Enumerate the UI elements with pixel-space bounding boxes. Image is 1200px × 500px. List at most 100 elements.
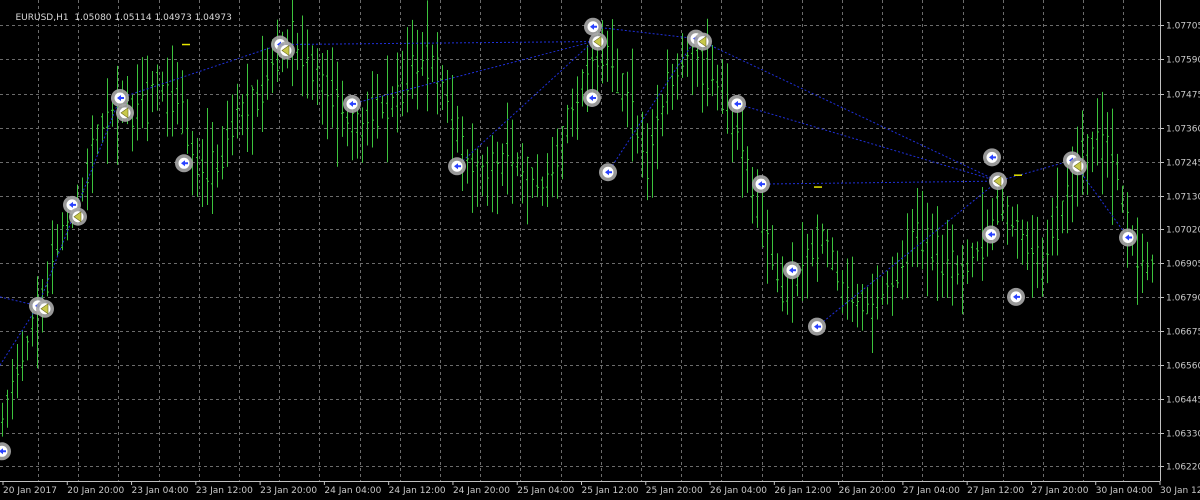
time-label: 23 Jan 12:00 <box>196 486 253 496</box>
candle <box>556 128 559 199</box>
candle <box>371 71 374 148</box>
candle <box>566 104 569 144</box>
candle <box>416 29 419 110</box>
candle <box>921 190 924 270</box>
candle <box>356 103 359 159</box>
candle <box>821 223 824 254</box>
candle <box>506 102 509 195</box>
price-label: 1.06560 <box>1166 362 1200 372</box>
candle <box>246 63 249 152</box>
candle <box>206 108 209 205</box>
symbol-label: EURUSD,H1 <box>15 13 69 23</box>
arrow-marker <box>694 32 712 51</box>
time-label: 26 Jan 20:00 <box>839 486 896 496</box>
candle <box>616 48 619 94</box>
arrow-marker <box>69 207 87 226</box>
candle <box>171 45 174 137</box>
price-label: 1.06790 <box>1166 294 1200 304</box>
arrow-marker <box>277 41 295 60</box>
low-value: 1.04973 <box>154 13 192 23</box>
candle <box>866 287 869 315</box>
candle <box>701 39 704 113</box>
signal-marker <box>343 94 361 113</box>
candle <box>966 239 969 284</box>
price-label: 1.07705 <box>1166 22 1200 32</box>
candle <box>576 76 579 140</box>
candle <box>881 277 884 305</box>
candle <box>791 242 794 323</box>
candle <box>931 213 934 271</box>
candle <box>546 153 549 207</box>
candle <box>466 149 469 184</box>
candle <box>661 94 664 137</box>
candle <box>1136 217 1139 305</box>
candle <box>806 233 809 299</box>
arrow-marker <box>989 172 1007 191</box>
candle <box>221 126 224 180</box>
candle <box>436 32 439 115</box>
signal-marker <box>808 317 826 336</box>
chart-window[interactable]: EURUSD,H1 1.05080 1.05114 1.04973 1.0497… <box>0 0 1200 500</box>
candle <box>711 44 714 97</box>
time-label: 25 Jan 04:00 <box>517 486 574 496</box>
candle <box>251 85 254 155</box>
candle <box>91 115 94 194</box>
candle <box>1056 167 1059 256</box>
candle <box>766 209 769 284</box>
signal-marker <box>175 154 193 173</box>
open-value: 1.05080 <box>74 13 112 23</box>
time-label: 27 Jan 04:00 <box>903 486 960 496</box>
signal-marker <box>599 163 617 182</box>
candle <box>1016 204 1019 259</box>
trend-line <box>816 180 999 327</box>
candle <box>141 57 144 129</box>
candle <box>1101 91 1104 195</box>
candle <box>1091 131 1094 173</box>
signal-marker <box>728 94 746 113</box>
signal-marker <box>752 175 770 194</box>
markers <box>0 17 1137 461</box>
candle <box>971 242 974 278</box>
candle <box>831 237 834 271</box>
candle <box>816 214 819 282</box>
candle <box>941 234 944 298</box>
candle <box>536 154 539 198</box>
candle <box>621 73 624 112</box>
candle <box>801 222 804 302</box>
axes: 1.07705 1.07590 1.07475 1.07360 1.07245 1.071… <box>0 0 1200 496</box>
candle <box>1116 153 1119 191</box>
candle <box>1026 221 1029 270</box>
candle <box>336 61 339 167</box>
price-label: 1.06445 <box>1166 396 1200 406</box>
candle <box>456 105 459 153</box>
candle <box>651 109 654 198</box>
candle <box>186 99 189 154</box>
candle <box>441 65 444 110</box>
arrow-marker <box>36 299 54 318</box>
candle <box>906 213 909 299</box>
signal-marker <box>982 225 1000 244</box>
trend-line <box>997 159 1073 182</box>
candle <box>871 273 874 353</box>
candle <box>516 152 519 177</box>
candle <box>106 78 109 164</box>
candle <box>1061 200 1064 234</box>
candle <box>946 219 949 299</box>
trend-line <box>279 41 594 46</box>
signal-marker <box>0 442 11 461</box>
price-chart[interactable]: 1.07705 1.07590 1.07475 1.07360 1.07245 1.071… <box>0 0 1200 500</box>
candle <box>51 220 54 295</box>
trend-line <box>760 180 999 185</box>
candles <box>1 0 1154 437</box>
candle <box>446 70 449 123</box>
candle <box>301 15 304 97</box>
signal-marker <box>448 157 466 176</box>
arrow-marker <box>1069 157 1087 176</box>
candle <box>1001 184 1004 222</box>
candle <box>166 57 169 137</box>
candle <box>851 256 854 323</box>
candle <box>541 176 544 206</box>
candle <box>916 188 919 268</box>
trend-line <box>592 26 697 40</box>
candle <box>691 39 694 96</box>
